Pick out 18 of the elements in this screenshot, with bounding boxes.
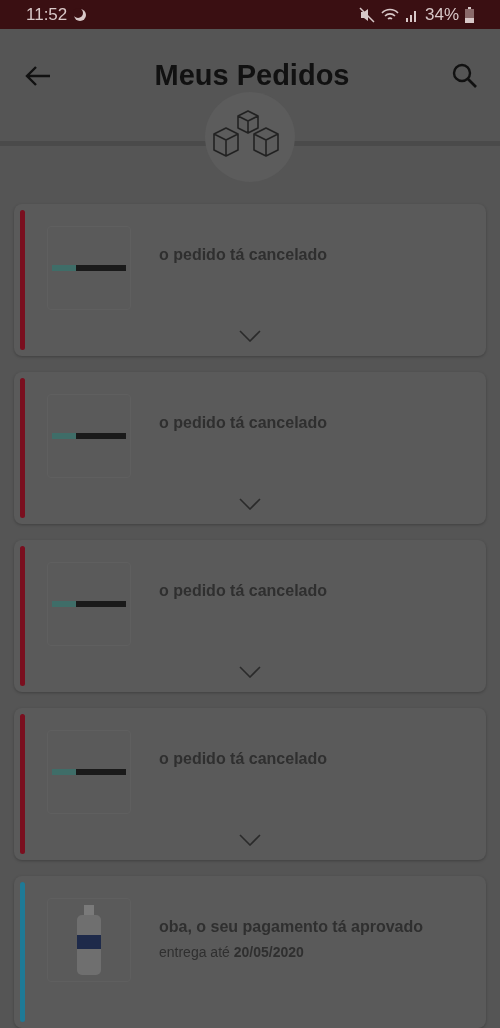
expand-button[interactable] <box>239 498 261 510</box>
search-icon <box>452 62 478 89</box>
battery-percent: 34% <box>424 4 459 25</box>
expand-button[interactable] <box>239 330 261 342</box>
moon-icon <box>73 7 88 22</box>
chevron-down-icon <box>239 330 261 342</box>
status-time: 11:52 <box>26 4 68 25</box>
page-title: Meus Pedidos <box>154 59 350 92</box>
wifi-icon <box>380 6 399 23</box>
chevron-down-icon <box>239 834 261 846</box>
expand-button[interactable] <box>239 834 261 846</box>
chevron-down-icon <box>239 666 261 678</box>
chevron-down-icon <box>239 498 261 510</box>
back-arrow-icon <box>24 63 52 88</box>
bottle-image <box>74 905 104 975</box>
mute-icon <box>358 6 375 23</box>
expand-button[interactable] <box>239 666 261 678</box>
battery-icon <box>465 6 474 23</box>
